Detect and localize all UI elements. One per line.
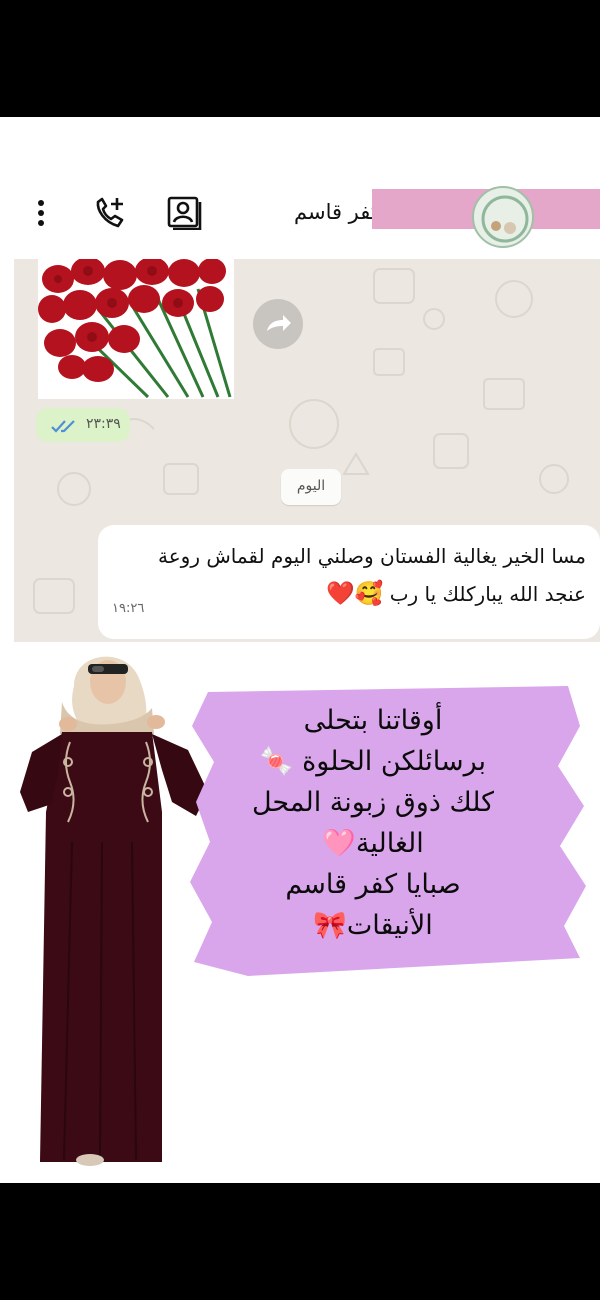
bottom-black-bar: [0, 1183, 600, 1300]
promo-text: أوقاتنا بتحلى برسائلكن الحلوة 🍬 كلك ذوق …: [218, 700, 528, 946]
message-emoji: 🥰❤️: [326, 581, 384, 607]
sent-time: ٢٣:٣٩: [86, 416, 121, 432]
model-in-dress-image: [20, 656, 208, 1166]
message-text: مسا الخير يغالية الفستان وصلني اليوم لقم…: [116, 537, 586, 613]
avatar[interactable]: [472, 186, 534, 248]
message-time: ١٩:٢٦: [112, 601, 145, 616]
promo-line: الأنيقات🎀: [313, 910, 433, 941]
contact-name[interactable]: كفر قاسم: [294, 200, 381, 224]
promo-line: برسائلكن الحلوة 🍬: [259, 746, 487, 777]
promo-line: كلك ذوق زبونة المحل: [251, 787, 494, 818]
promo-line: الغالية🩷: [322, 828, 424, 859]
forward-icon: [267, 315, 291, 331]
date-chip: اليوم: [281, 469, 341, 505]
add-call-icon[interactable]: [92, 196, 126, 230]
menu-icon[interactable]: [30, 198, 52, 228]
message-bubble[interactable]: مسا الخير يغالية الفستان وصلني اليوم لقم…: [98, 525, 600, 639]
top-black-bar: [0, 0, 600, 117]
promo-area: أوقاتنا بتحلى برسائلكن الحلوة 🍬 كلك ذوق …: [0, 642, 600, 1183]
promo-line: صبايا كفر قاسم: [285, 869, 461, 900]
contact-card-icon[interactable]: [166, 196, 202, 230]
forward-button[interactable]: [253, 299, 303, 349]
roses-image[interactable]: [38, 259, 234, 399]
chat-body: ٢٣:٣٩ اليوم مسا الخير يغالية الفستان وصل…: [14, 259, 600, 642]
promo-line: أوقاتنا بتحلى: [303, 705, 443, 736]
double-check-icon: [51, 420, 75, 433]
sent-time-badge: ٢٣:٣٩: [36, 408, 130, 442]
date-chip-label: اليوم: [296, 478, 326, 494]
